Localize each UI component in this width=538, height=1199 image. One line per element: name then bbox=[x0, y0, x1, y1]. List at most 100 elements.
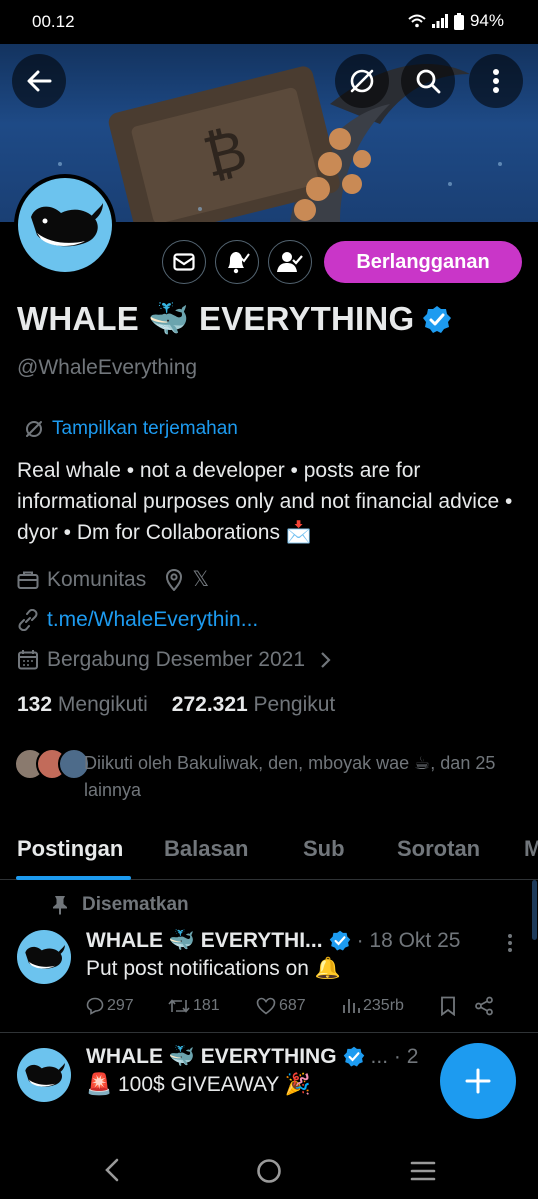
subscribe-button[interactable]: Berlangganan bbox=[324, 241, 522, 283]
followers-label: Pengikut bbox=[253, 693, 336, 716]
share-icon[interactable] bbox=[474, 996, 494, 1016]
like-button[interactable]: 687 bbox=[256, 997, 342, 1015]
verified-badge-icon bbox=[423, 305, 452, 333]
profile-website[interactable]: t.me/WhaleEverythin... bbox=[17, 608, 258, 632]
show-translation-link[interactable]: Tampilkan terjemahan bbox=[24, 418, 238, 440]
post-avatar[interactable] bbox=[17, 1048, 71, 1102]
like-count: 687 bbox=[279, 997, 306, 1014]
search-button[interactable] bbox=[401, 54, 455, 108]
profile-join-date[interactable]: Bergabung Desember 2021 bbox=[17, 648, 331, 672]
following-count: 132 bbox=[17, 693, 53, 716]
link-icon bbox=[18, 609, 38, 631]
location-pin-icon bbox=[166, 568, 183, 591]
post-header: WHALE 🐳 EVERYTHI... · 18 Okt 25 bbox=[86, 929, 526, 953]
translate-label: Tampilkan terjemahan bbox=[52, 418, 238, 439]
followers-count: 272.321 bbox=[171, 693, 248, 716]
post-more-icon[interactable] bbox=[506, 933, 514, 953]
battery-level: 94% bbox=[469, 11, 504, 30]
website-link[interactable]: t.me/WhaleEverythin... bbox=[47, 608, 258, 632]
tab-more[interactable]: M bbox=[524, 836, 538, 862]
repost-button[interactable]: 181 bbox=[168, 997, 256, 1015]
profile-bio: Real whale • not a developer • posts are… bbox=[17, 459, 513, 544]
wifi-icon bbox=[408, 14, 426, 28]
notifications-button[interactable] bbox=[215, 240, 259, 284]
translate-icon bbox=[26, 421, 42, 437]
location-text: 𝕏 bbox=[192, 568, 210, 591]
post-date: · 18 Okt 25 bbox=[356, 929, 461, 952]
profile-avatar[interactable] bbox=[14, 174, 116, 276]
whale-logo-icon bbox=[31, 203, 103, 247]
translate-button[interactable] bbox=[335, 54, 389, 108]
reply-button[interactable]: 297 bbox=[86, 997, 168, 1015]
search-icon bbox=[416, 69, 441, 94]
tab-balasan[interactable]: Balasan bbox=[164, 836, 248, 862]
post-text: Put post notifications on 🔔 bbox=[86, 957, 341, 980]
nav-recents-icon[interactable] bbox=[410, 1160, 436, 1182]
signal-icon bbox=[431, 14, 448, 28]
compose-post-button[interactable] bbox=[440, 1043, 516, 1119]
repost-icon bbox=[168, 999, 190, 1013]
post-date: ... · 2 bbox=[370, 1045, 419, 1068]
back-arrow-icon bbox=[27, 70, 52, 92]
bookmark-icon[interactable] bbox=[440, 996, 456, 1016]
reply-count: 297 bbox=[107, 997, 134, 1014]
nav-home-icon[interactable] bbox=[256, 1158, 282, 1184]
calendar-icon bbox=[18, 650, 38, 670]
chevron-right-icon bbox=[321, 652, 331, 668]
whale-logo-icon bbox=[25, 944, 65, 969]
followed-by-text[interactable]: Diikuti oleh Bakuliwak, den, mboyak wae … bbox=[84, 750, 524, 804]
pin-icon bbox=[53, 896, 67, 915]
verified-badge-icon bbox=[343, 1046, 364, 1067]
more-vertical-icon bbox=[493, 69, 499, 93]
profile-tabs: Postingan Balasan Sub Sorotan M bbox=[0, 826, 538, 880]
followed-by-avatars[interactable] bbox=[14, 748, 90, 780]
pinned-indicator: Disematkan bbox=[52, 894, 189, 916]
scrollbar[interactable] bbox=[532, 880, 537, 940]
whale-logo-icon bbox=[25, 1062, 65, 1087]
display-name-text: WHALE 🐳 EVERYTHING bbox=[17, 300, 415, 337]
person-check-icon bbox=[277, 252, 303, 272]
profile-meta-category: Komunitas 𝕏 bbox=[17, 567, 209, 592]
pinned-label: Disematkan bbox=[82, 894, 189, 915]
system-navigation-bar bbox=[0, 1140, 538, 1199]
tab-postingan[interactable]: Postingan bbox=[17, 836, 123, 862]
translate-icon bbox=[350, 69, 374, 93]
following-label: Mengikuti bbox=[57, 693, 148, 716]
status-time: 00.12 bbox=[32, 12, 75, 31]
back-button[interactable] bbox=[12, 54, 66, 108]
bell-check-icon bbox=[228, 252, 250, 274]
tab-sorotan[interactable]: Sorotan bbox=[397, 836, 480, 862]
repost-count: 181 bbox=[193, 997, 220, 1014]
heart-icon bbox=[256, 997, 276, 1015]
profile-display-name: WHALE 🐳 EVERYTHING bbox=[17, 300, 452, 339]
plus-icon bbox=[465, 1068, 491, 1094]
post-author[interactable]: WHALE 🐳 EVERYTHING bbox=[86, 1045, 337, 1069]
post-actions: 297 181 687 235rb bbox=[86, 996, 516, 1016]
message-button[interactable] bbox=[162, 240, 206, 284]
status-icons: 94% bbox=[408, 11, 504, 31]
briefcase-icon bbox=[17, 571, 39, 589]
post-text: 🚨 100$ GIVEAWAY 🎉 bbox=[86, 1073, 312, 1096]
post-divider bbox=[0, 1032, 538, 1033]
status-bar: 00.12 94% bbox=[0, 0, 538, 44]
reply-icon bbox=[86, 997, 104, 1015]
follow-counts: 132 Mengikuti 272.321 Pengikut bbox=[17, 693, 335, 717]
post-header: WHALE 🐳 EVERYTHING ... · 2 bbox=[86, 1045, 418, 1069]
join-date-text: Bergabung Desember 2021 bbox=[47, 648, 306, 671]
followers-stat[interactable]: 272.321 Pengikut bbox=[172, 693, 336, 717]
battery-icon bbox=[453, 12, 464, 30]
post-author[interactable]: WHALE 🐳 EVERYTHI... bbox=[86, 929, 323, 953]
tab-sub[interactable]: Sub bbox=[303, 836, 345, 862]
following-button[interactable] bbox=[268, 240, 312, 284]
views-chart-icon bbox=[343, 999, 360, 1013]
following-stat[interactable]: 132 Mengikuti bbox=[17, 693, 148, 717]
active-tab-indicator bbox=[16, 876, 131, 880]
views-count: 235rb bbox=[363, 997, 404, 1014]
envelope-icon bbox=[173, 253, 195, 271]
category-text: Komunitas bbox=[47, 567, 147, 591]
nav-back-icon[interactable] bbox=[104, 1158, 120, 1182]
verified-badge-icon bbox=[329, 930, 350, 951]
post-avatar[interactable] bbox=[17, 930, 71, 984]
views-button[interactable]: 235rb bbox=[342, 997, 436, 1015]
more-options-button[interactable] bbox=[469, 54, 523, 108]
